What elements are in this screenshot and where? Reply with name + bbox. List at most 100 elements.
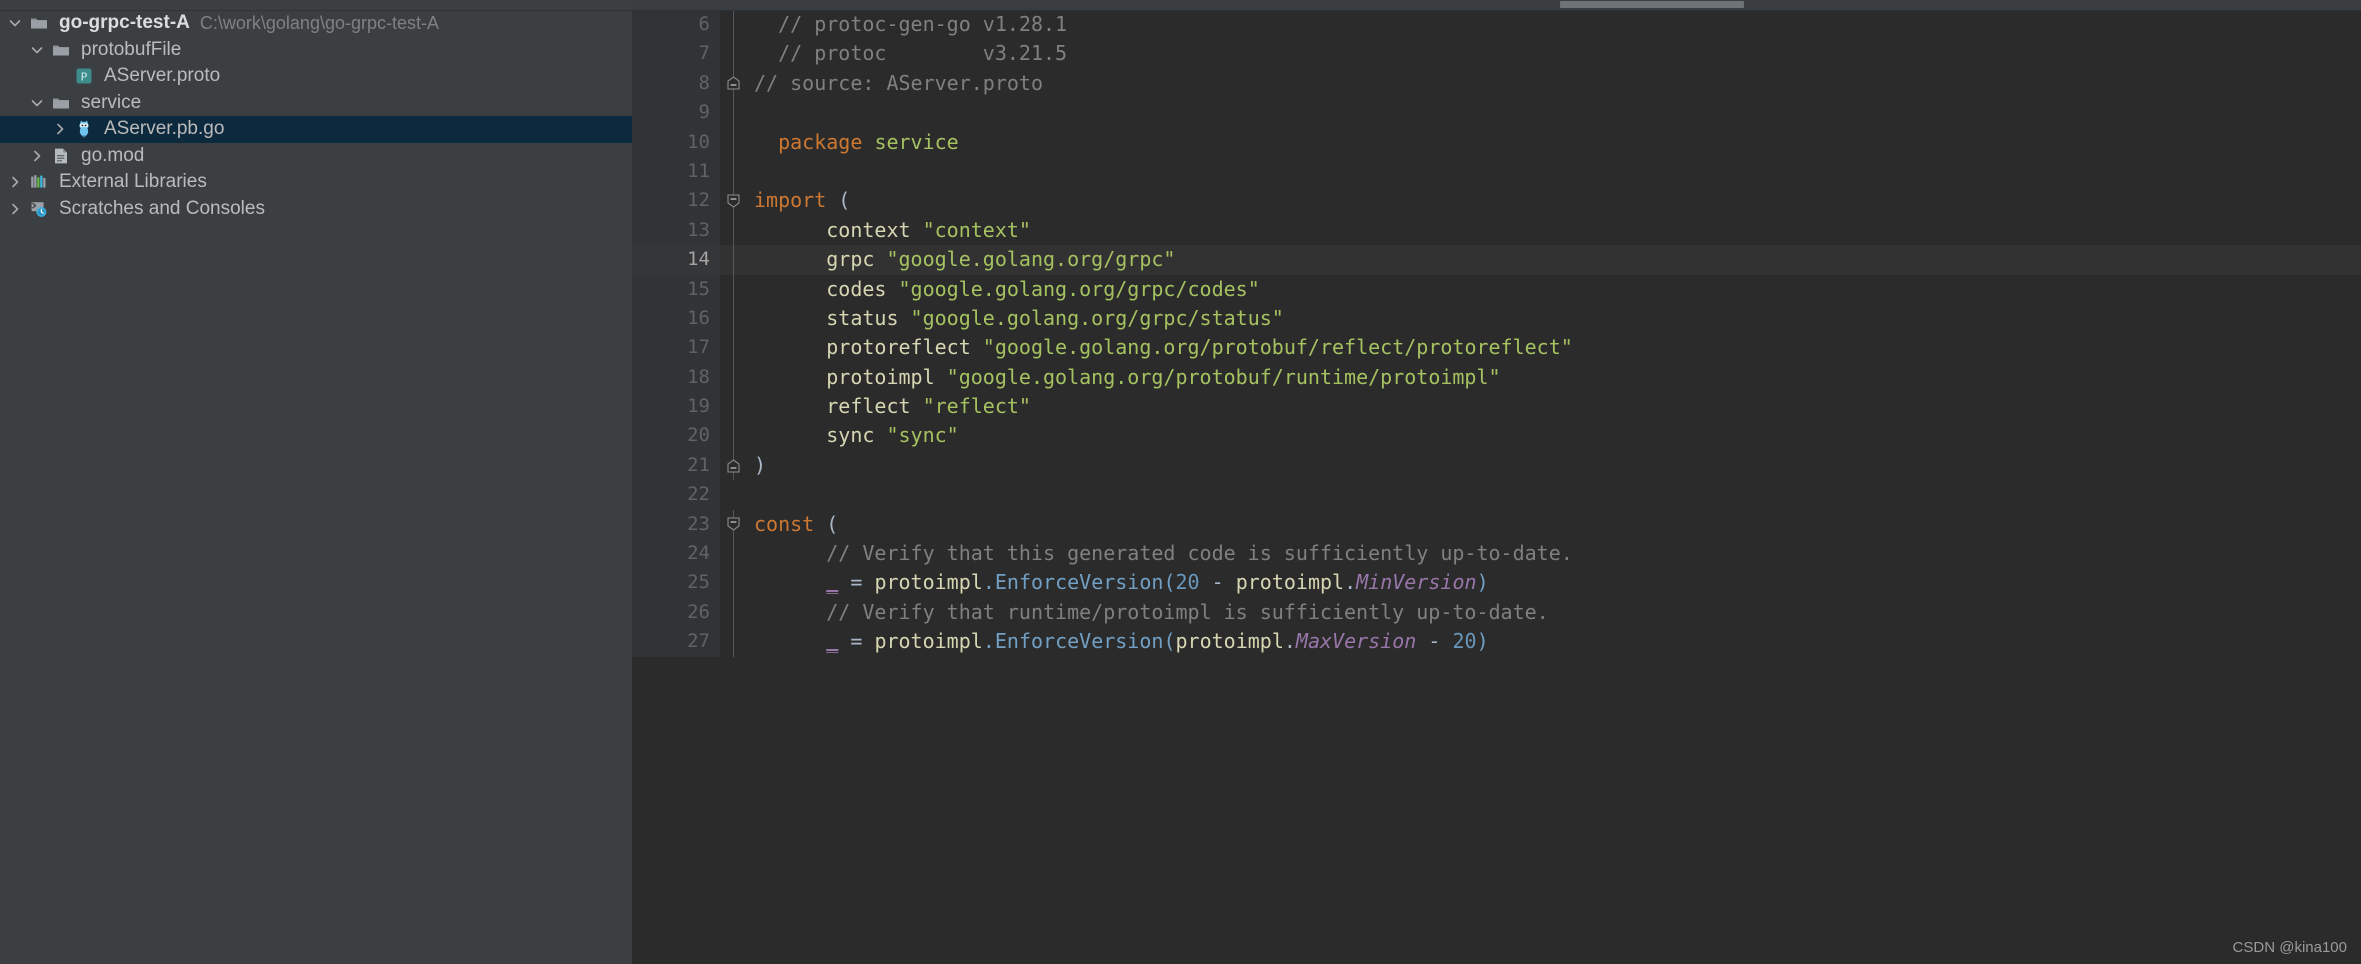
chevron-right-icon[interactable]: [4, 169, 26, 195]
fold-gutter: [720, 303, 746, 334]
fold-marker-collapse-end[interactable]: [720, 68, 746, 99]
tree-node-label: go.mod: [81, 144, 145, 166]
line-number[interactable]: 18: [632, 362, 720, 393]
fold-gutter: [720, 421, 746, 451]
code-text: grpc "google.golang.org/grpc": [826, 247, 1176, 272]
code-line[interactable]: 21): [632, 450, 2361, 481]
code-line[interactable]: 23 const (: [632, 509, 2361, 540]
chevron-right-icon[interactable]: [26, 143, 48, 169]
line-number[interactable]: 19: [632, 392, 720, 422]
tree-node-node-scratches-consoles[interactable]: Scratches and Consoles: [0, 196, 632, 223]
top-strip: [0, 0, 2361, 11]
fold-gutter: [720, 39, 746, 69]
fold-marker-collapse-end[interactable]: [720, 450, 746, 481]
line-number[interactable]: 27: [632, 627, 720, 657]
tree-node-node-external-libraries[interactable]: External Libraries: [0, 169, 632, 196]
fold-gutter: [720, 539, 746, 569]
line-number[interactable]: 13: [632, 215, 720, 246]
code-text: status "google.golang.org/grpc/status": [826, 305, 1284, 330]
code-text: _ = protoimpl.EnforceVersion(20 - protoi…: [826, 570, 1489, 595]
code-line[interactable]: 20 sync "sync": [632, 421, 2361, 451]
code-line[interactable]: 22: [632, 480, 2361, 510]
tree-node-folder-service[interactable]: service: [0, 90, 632, 117]
line-number[interactable]: 16: [632, 303, 720, 334]
code-line[interactable]: 18 protoimpl "google.golang.org/protobuf…: [632, 362, 2361, 393]
line-number[interactable]: 9: [632, 98, 720, 128]
fold-gutter: [720, 480, 746, 510]
chevron-down-icon[interactable]: [4, 10, 26, 36]
tree-node-file-go-mod[interactable]: go.mod: [0, 143, 632, 170]
line-number[interactable]: 23: [632, 509, 720, 540]
tree-node-file-aserver-pb-go[interactable]: AServer.pb.go: [0, 116, 632, 143]
code-line[interactable]: 7 // protoc v3.21.5: [632, 39, 2361, 69]
tree-node-label: Scratches and Consoles: [59, 197, 265, 219]
tree-node-file-aserver-proto[interactable]: P AServer.proto: [0, 63, 632, 90]
line-number[interactable]: 10: [632, 127, 720, 157]
chevron-right-icon[interactable]: [49, 116, 71, 142]
chevron-down-icon[interactable]: [26, 37, 48, 63]
line-number[interactable]: 21: [632, 450, 720, 481]
chevron-down-icon[interactable]: [26, 90, 48, 116]
code-text: context "context": [826, 217, 1031, 242]
line-number[interactable]: 14: [632, 245, 720, 275]
line-number[interactable]: 11: [632, 156, 720, 187]
tree-node-folder-protobuffile[interactable]: protobufFile: [0, 37, 632, 64]
code-line[interactable]: 17 protoreflect "google.golang.org/proto…: [632, 333, 2361, 363]
fold-gutter: [720, 127, 746, 157]
scratches-icon: [26, 196, 52, 222]
line-number[interactable]: 22: [632, 480, 720, 510]
code-text: _ = protoimpl.EnforceVersion(protoimpl.M…: [826, 629, 1489, 654]
code-line[interactable]: 10 package service: [632, 127, 2361, 157]
code-line[interactable]: 13 context "context": [632, 215, 2361, 246]
line-number[interactable]: 20: [632, 421, 720, 451]
code-text: // protoc-gen-go v1.28.1: [778, 12, 1068, 36]
editor-horizontal-scrollbar-thumb[interactable]: [1560, 1, 1744, 8]
fold-gutter: [720, 10, 746, 40]
code-line[interactable]: 14 grpc "google.golang.org/grpc": [632, 245, 2361, 275]
chevron-right-icon[interactable]: [4, 196, 26, 222]
code-line[interactable]: 6 // protoc-gen-go v1.28.1: [632, 10, 2361, 40]
code-editor[interactable]: 6 // protoc-gen-go v1.28.1 7 // protoc v3…: [632, 0, 2361, 964]
code-line[interactable]: 11: [632, 156, 2361, 187]
tree-node-label: service: [81, 91, 142, 113]
code-line[interactable]: 16 status "google.golang.org/grpc/status…: [632, 303, 2361, 334]
fold-gutter: [720, 274, 746, 304]
proto-file-icon: P: [71, 63, 97, 89]
fold-gutter: [720, 333, 746, 363]
code-line[interactable]: 24 // Verify that this generated code is…: [632, 539, 2361, 569]
code-text: protoimpl "google.golang.org/protobuf/ru…: [826, 364, 1501, 389]
code-line[interactable]: 19 reflect "reflect": [632, 392, 2361, 422]
fold-marker-collapse-start[interactable]: [720, 186, 746, 216]
line-number[interactable]: 15: [632, 274, 720, 304]
line-number[interactable]: 8: [632, 68, 720, 99]
line-number[interactable]: 26: [632, 597, 720, 628]
fold-gutter: [720, 627, 746, 657]
tree-node-label: AServer.proto: [104, 65, 221, 87]
line-number[interactable]: 24: [632, 539, 720, 569]
code-text: // source: AServer.proto: [754, 70, 1043, 95]
code-line[interactable]: 15 codes "google.golang.org/grpc/codes": [632, 274, 2361, 304]
folder-icon: [48, 37, 74, 63]
tree-node-project-root[interactable]: go-grpc-test-A C:\work\golang\go-grpc-tes…: [0, 10, 632, 37]
folder-icon: [48, 90, 74, 116]
code-line[interactable]: 25 _ = protoimpl.EnforceVersion(20 - pro…: [632, 568, 2361, 598]
line-number[interactable]: 6: [632, 10, 720, 40]
line-number[interactable]: 25: [632, 568, 720, 598]
code-text: ): [754, 452, 767, 477]
line-number[interactable]: 12: [632, 186, 720, 216]
project-panel-top-strip: [0, 0, 632, 11]
code-line[interactable]: 26 // Verify that runtime/protoimpl is s…: [632, 597, 2361, 628]
svg-text:P: P: [81, 71, 88, 84]
line-number[interactable]: 17: [632, 333, 720, 363]
code-text: sync "sync": [826, 423, 959, 448]
line-number[interactable]: 7: [632, 39, 720, 69]
code-text: // Verify that this generated code is su…: [826, 541, 1573, 566]
code-line[interactable]: 12 import (: [632, 186, 2361, 216]
code-text: // Verify that runtime/protoimpl is suff…: [826, 599, 1549, 624]
code-line[interactable]: 8 // source: AServer.proto: [632, 68, 2361, 99]
editor-top-strip: [632, 0, 2361, 11]
code-line[interactable]: 9: [632, 98, 2361, 128]
code-line[interactable]: 27 _ = protoimpl.EnforceVersion(protoimp…: [632, 627, 2361, 657]
code-text: const (: [754, 511, 839, 536]
fold-marker-collapse-start[interactable]: [720, 509, 746, 540]
